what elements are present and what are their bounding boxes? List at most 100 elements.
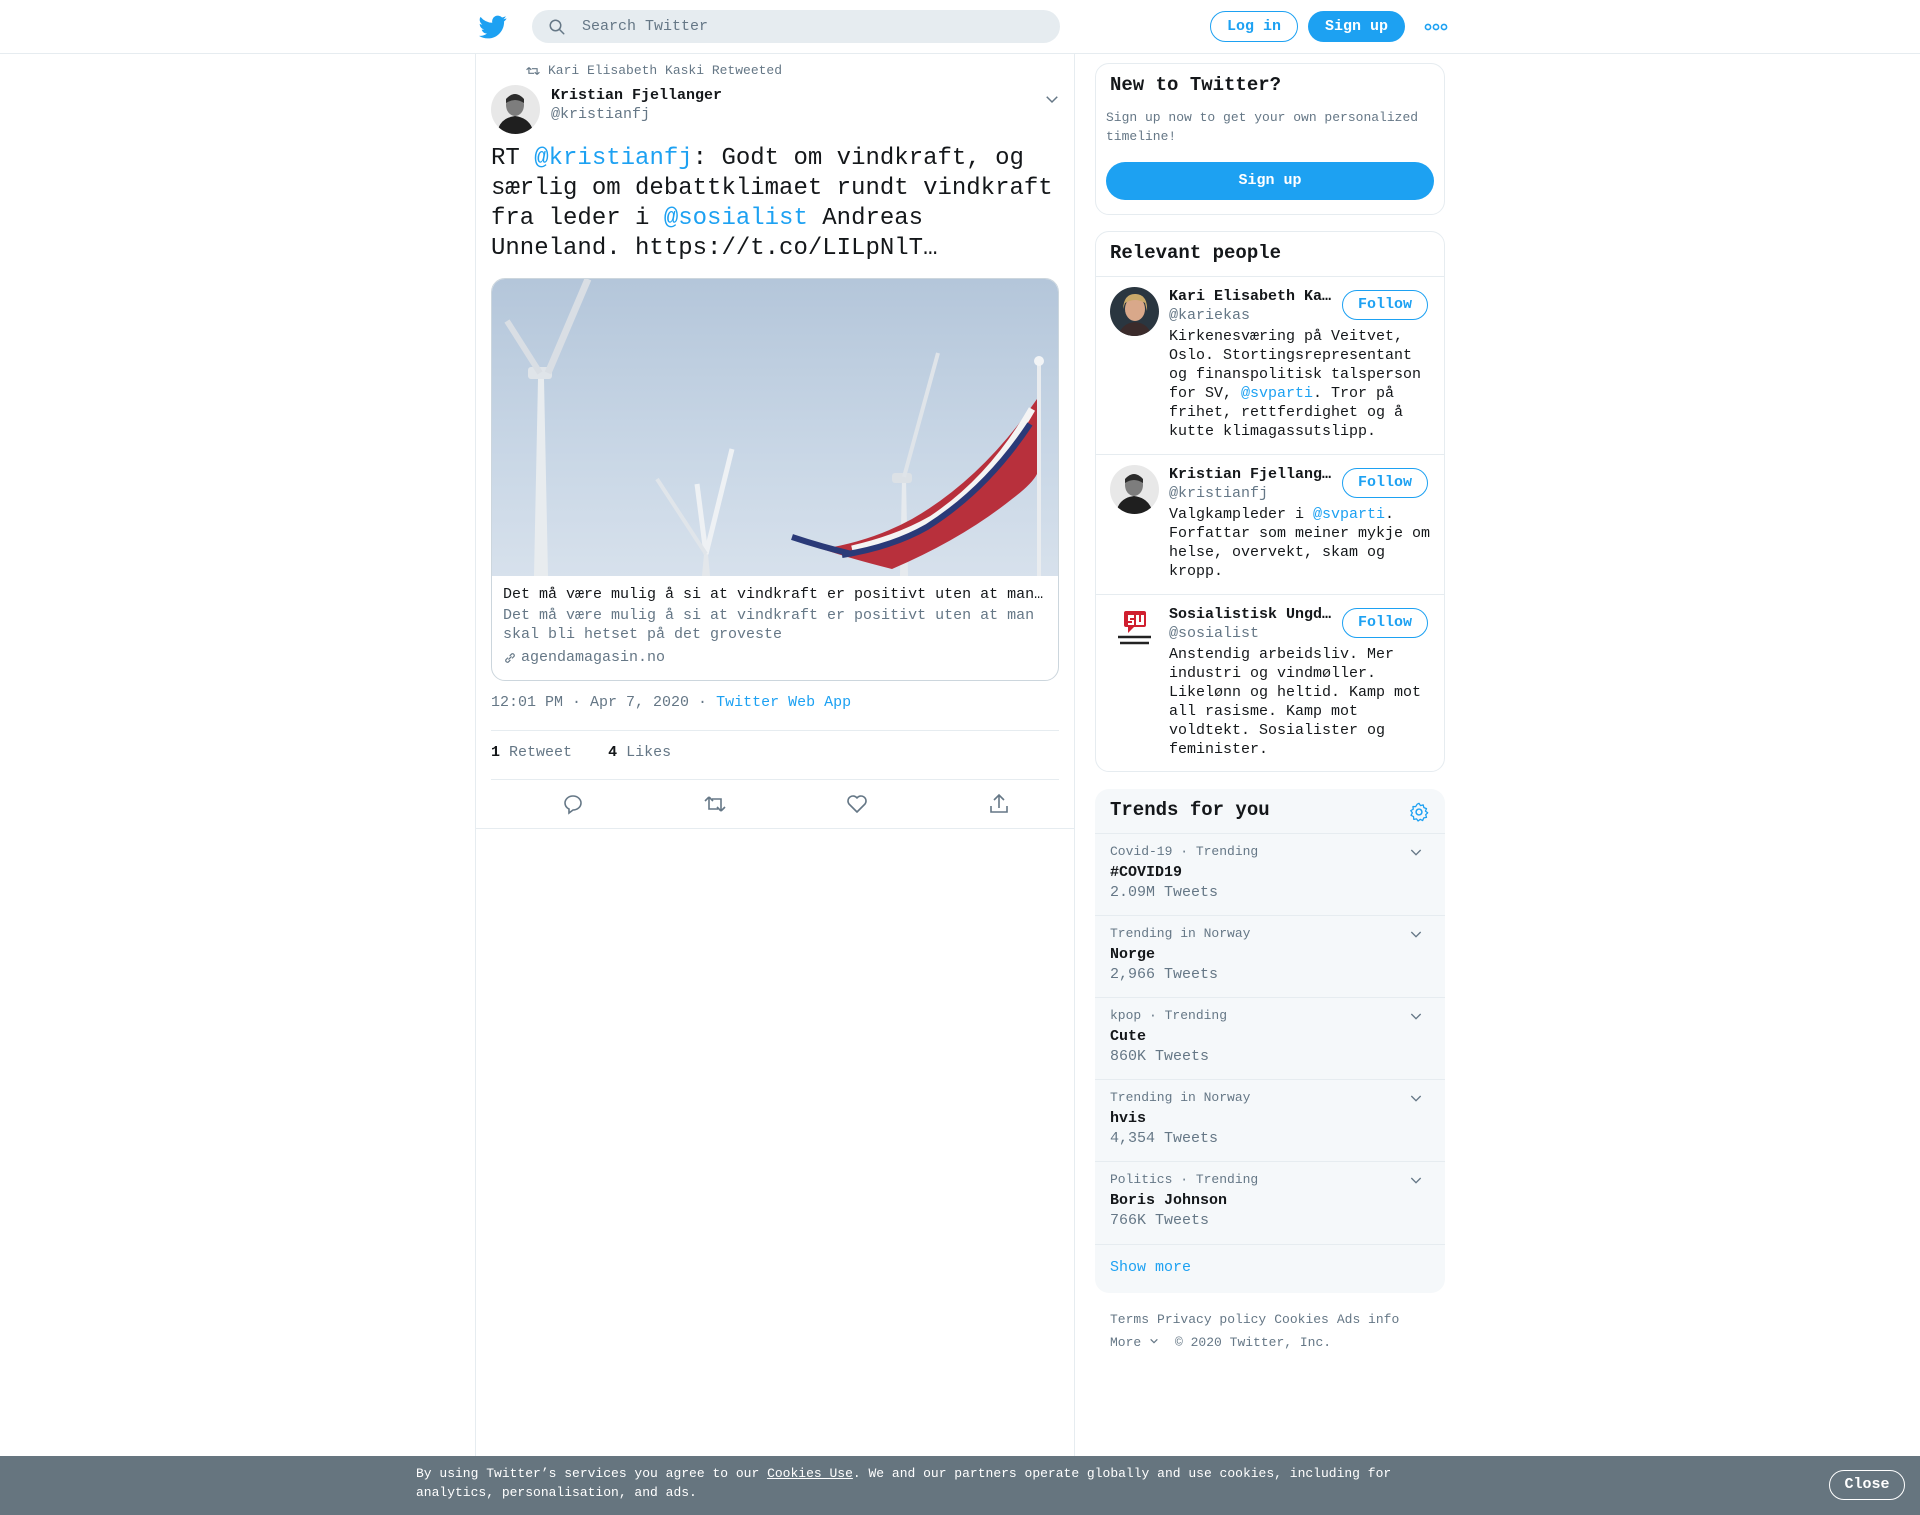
link-icon — [505, 652, 515, 663]
card-domain: agendamagasin.no — [503, 649, 665, 666]
reply-icon[interactable] — [561, 792, 585, 816]
author-name[interactable]: Kristian Fjellanger — [551, 87, 722, 104]
top-navigation-bar: Log in Sign up — [0, 0, 1920, 54]
avatar[interactable] — [1110, 605, 1159, 654]
retweet-context: Kari Elisabeth Kaski Retweeted — [526, 63, 782, 78]
person-card[interactable]: Kari Elisabeth Kaski @kariekas Follow Ki… — [1096, 277, 1444, 455]
trend-name[interactable]: #COVID19 — [1110, 864, 1182, 881]
footer-link-cookies[interactable]: Cookies — [1274, 1312, 1329, 1327]
chevron-down-icon[interactable] — [1043, 90, 1061, 108]
copyright: © 2020 Twitter, Inc. — [1175, 1335, 1332, 1350]
sidebar-footer: Terms Privacy policy Cookies Ads info More … — [1110, 1308, 1440, 1354]
chevron-down-icon[interactable] — [1408, 1172, 1424, 1188]
person-bio: Valgkampleder i @svparti. Forfattar som … — [1169, 505, 1431, 581]
panel-title: Relevant people — [1110, 242, 1282, 264]
tweet: Kari Elisabeth Kaski Retweeted Kristian … — [476, 54, 1074, 829]
gear-icon[interactable] — [1408, 801, 1430, 823]
new-to-twitter-panel: New to Twitter? Sign up now to get your … — [1095, 63, 1445, 215]
trend-context: Politics · Trending — [1110, 1172, 1259, 1187]
trend-item[interactable]: kpop · Trending Cute 860K Tweets — [1095, 997, 1445, 1079]
tweet-source-link[interactable]: Twitter Web App — [716, 694, 851, 711]
chevron-down-icon[interactable] — [1408, 844, 1424, 860]
card-image — [492, 279, 1058, 576]
avatar[interactable] — [1110, 287, 1159, 336]
footer-link-ads[interactable]: Ads info — [1337, 1312, 1399, 1327]
person-card[interactable]: Kristian Fjellanger @kristianfj Follow V… — [1096, 455, 1444, 595]
retweet-icon[interactable] — [703, 792, 727, 816]
trend-count: 2,966 Tweets — [1110, 966, 1219, 983]
trend-count: 860K Tweets — [1110, 1048, 1210, 1065]
trend-item[interactable]: Trending in Norway Norge 2,966 Tweets — [1095, 915, 1445, 997]
search-box[interactable] — [532, 10, 1060, 43]
cookie-text-part: By using Twitter’s services you agree to… — [416, 1466, 768, 1481]
twitter-bird-icon[interactable] — [479, 13, 507, 41]
retweets-stat[interactable]: 1 Retweet — [491, 744, 572, 761]
cookie-consent-bar: By using Twitter’s services you agree to… — [0, 1456, 1920, 1515]
footer-more[interactable]: More — [1110, 1335, 1159, 1350]
mention-link[interactable]: @svparti — [1313, 506, 1385, 523]
chevron-down-icon[interactable] — [1408, 1090, 1424, 1106]
person-bio: Kirkenesværing på Veitvet, Oslo. Stortin… — [1169, 327, 1431, 441]
show-more-text[interactable]: Show more — [1110, 1259, 1191, 1276]
follow-button[interactable]: Follow — [1342, 290, 1428, 320]
trend-context: Covid-19 · Trending — [1110, 844, 1259, 859]
bio-text: Valgkampleder i — [1169, 506, 1314, 523]
signup-button-large[interactable]: Sign up — [1106, 162, 1434, 200]
chevron-down-icon[interactable] — [1408, 926, 1424, 942]
footer-link-privacy[interactable]: Privacy policy — [1157, 1312, 1266, 1327]
retweet-icon — [526, 66, 540, 75]
author-avatar[interactable] — [491, 85, 540, 134]
cookie-text: By using Twitter’s services you agree to… — [416, 1464, 1416, 1502]
trend-name[interactable]: Norge — [1110, 946, 1155, 963]
signup-button[interactable]: Sign up — [1308, 11, 1405, 42]
trend-item[interactable]: Trending in Norway hvis 4,354 Tweets — [1095, 1079, 1445, 1161]
retweeted-by-text[interactable]: Kari Elisabeth Kaski Retweeted — [548, 63, 782, 78]
share-icon[interactable] — [987, 792, 1011, 816]
search-input[interactable] — [582, 10, 1042, 43]
follow-button[interactable]: Follow — [1342, 608, 1428, 638]
person-name[interactable]: Sosialistisk Ungdom — [1169, 606, 1334, 623]
trend-item[interactable]: Covid-19 · Trending #COVID19 2.09M Tweet… — [1095, 833, 1445, 915]
likes-count: 4 — [608, 744, 618, 761]
person-bio: Anstendig arbeidsliv. Mer industri og vi… — [1169, 646, 1422, 758]
person-handle[interactable]: @sosialist — [1169, 625, 1259, 642]
person-handle[interactable]: @kristianfj — [1169, 485, 1268, 502]
person-handle[interactable]: @kariekas — [1169, 307, 1250, 324]
person-card[interactable]: Sosialistisk Ungdom @sosialist Follow An… — [1096, 595, 1444, 771]
likes-stat[interactable]: 4 Likes — [608, 744, 671, 761]
follow-button[interactable]: Follow — [1342, 468, 1428, 498]
card-title: Det må være mulig å si at vindkraft er p… — [503, 586, 1048, 603]
login-button[interactable]: Log in — [1210, 11, 1298, 42]
panel-title: New to Twitter? — [1110, 74, 1282, 96]
relevant-people-panel: Relevant people Kari Elisabeth Kaski @ka… — [1095, 231, 1445, 772]
mention-link[interactable]: @kristianfj — [534, 145, 692, 172]
card-domain-text: agendamagasin.no — [521, 649, 666, 666]
footer-link-terms[interactable]: Terms — [1110, 1312, 1149, 1327]
show-more-link[interactable]: Show more — [1095, 1244, 1445, 1293]
trend-name[interactable]: hvis — [1110, 1110, 1146, 1127]
trend-name[interactable]: Cute — [1110, 1028, 1146, 1045]
link-preview-card[interactable]: Det må være mulig å si at vindkraft er p… — [491, 278, 1059, 681]
tweet-text-part: RT — [491, 145, 535, 172]
mention-link[interactable]: @svparti — [1241, 385, 1313, 402]
trends-panel: Trends for you Covid-19 · Trending #COVI… — [1095, 789, 1445, 1293]
search-icon — [549, 19, 565, 35]
person-name[interactable]: Kristian Fjellanger — [1169, 466, 1334, 483]
tweet-timestamp[interactable]: 12:01 PM · Apr 7, 2020 — [491, 694, 689, 711]
trend-item[interactable]: Politics · Trending Boris Johnson 766K T… — [1095, 1161, 1445, 1243]
author-handle[interactable]: @kristianfj — [551, 106, 650, 123]
chevron-down-icon[interactable] — [1408, 1008, 1424, 1024]
card-description: Det må være mulig å si at vindkraft er p… — [503, 607, 1035, 643]
avatar[interactable] — [1110, 465, 1159, 514]
trend-name[interactable]: Boris Johnson — [1110, 1192, 1227, 1209]
cookies-use-link[interactable]: Cookies Use — [767, 1466, 853, 1481]
panel-description: Sign up now to get your own personalized… — [1106, 110, 1419, 144]
person-name[interactable]: Kari Elisabeth Kaski — [1169, 288, 1334, 305]
more-dots-icon[interactable] — [1424, 20, 1448, 34]
close-button[interactable]: Close — [1829, 1470, 1905, 1500]
chevron-down-icon — [1150, 1338, 1158, 1344]
mention-link[interactable]: @sosialist — [664, 205, 808, 232]
divider — [491, 779, 1059, 780]
like-icon[interactable] — [845, 792, 869, 816]
divider — [491, 730, 1059, 731]
